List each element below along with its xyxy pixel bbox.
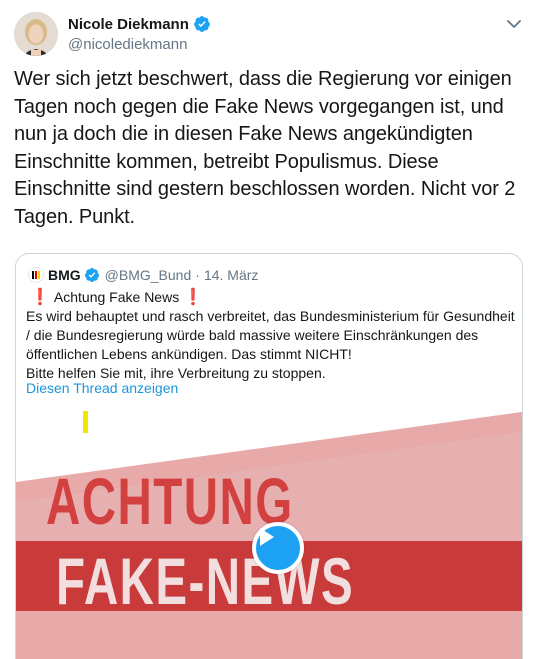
video-title-line2: FAKE-NEWS [56, 544, 355, 618]
exclamation-icon: ❗ [30, 289, 50, 306]
quoted-author-name[interactable]: BMG [48, 267, 81, 283]
quoted-author-handle[interactable]: @BMG_Bund [105, 267, 192, 283]
author-handle[interactable]: @nicolediekmann [68, 36, 211, 53]
show-thread-link[interactable]: Diesen Thread anzeigen [26, 380, 178, 396]
verified-badge-icon [84, 267, 100, 283]
quoted-line: öffentlichen Lebens ankündigen. Das stim… [26, 346, 352, 362]
play-icon[interactable] [252, 522, 304, 574]
tweet-header: Nicole Diekmann @nicolediekmann [14, 12, 526, 58]
bmg-logo-icon [28, 267, 44, 283]
verified-badge-icon [193, 15, 211, 33]
author-name[interactable]: Nicole Diekmann [68, 16, 189, 33]
quoted-tweet[interactable]: BMG @BMG_Bund · 14. März ❗ Achtung Fake … [15, 253, 523, 659]
quoted-line: / die Bundesregierung würde bald massive… [26, 327, 479, 343]
video-preview[interactable]: ACHTUNG FAKE-NEWS [16, 407, 522, 659]
exclamation-icon: ❗ [183, 289, 204, 306]
tweet-text: Wer sich jetzt beschwert, dass die Regie… [14, 68, 516, 228]
quoted-tweet-header: BMG @BMG_Bund · 14. März [28, 266, 258, 284]
quoted-headline: Achtung Fake News [53, 289, 180, 305]
quoted-tweet-text: ❗ Achtung Fake News ❗ Es wird behauptet … [26, 288, 515, 383]
quoted-first-line: ❗ Achtung Fake News ❗ [26, 288, 514, 307]
tweet: Nicole Diekmann @nicolediekmann Wer sich… [0, 0, 541, 659]
quoted-line: Es wird behauptet und rasch verbreitet, … [26, 308, 515, 324]
separator-dot: · [195, 267, 200, 283]
author-info: Nicole Diekmann @nicolediekmann [68, 14, 211, 53]
chevron-down-icon[interactable] [502, 12, 526, 36]
avatar-photo [14, 12, 58, 56]
quoted-date[interactable]: 14. März [204, 267, 258, 283]
author-avatar[interactable] [14, 12, 58, 56]
